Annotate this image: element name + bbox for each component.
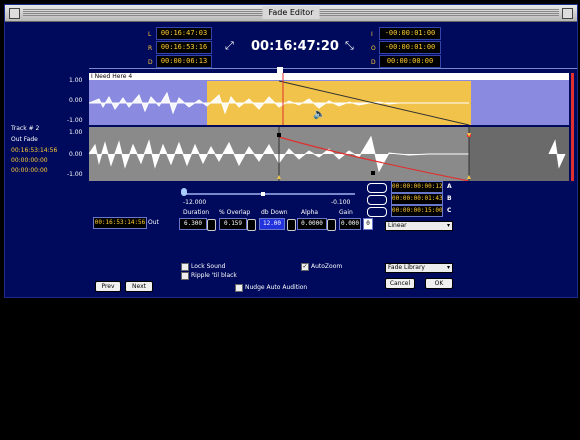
point-c-letter: C: [447, 207, 452, 214]
cancel-button[interactable]: Cancel: [385, 278, 415, 289]
nudge-label: Nudge Auto Audition: [245, 284, 308, 291]
counter-key-d2: D: [371, 59, 376, 66]
fade-library-value: Fade Library: [388, 264, 425, 271]
main-timecode: 00:16:47:20: [251, 39, 339, 54]
ok-button[interactable]: OK: [425, 278, 453, 289]
fade-slider-center[interactable]: [261, 192, 265, 196]
prev-button[interactable]: Prev: [95, 281, 121, 292]
close-box[interactable]: [9, 8, 20, 19]
point-b-letter: B: [447, 195, 452, 202]
param-header-overlap: % Overlap: [219, 209, 251, 216]
counter-duration: 00:00:00:00: [379, 55, 441, 68]
overlap-field[interactable]: 0.159: [219, 218, 247, 230]
window-title: Fade Editor: [262, 6, 320, 19]
forward-scissor-icon[interactable]: ⤡: [345, 39, 359, 52]
param-header-alpha: Alpha: [301, 209, 319, 216]
fade-time-field[interactable]: 00:16:53:14:56: [93, 217, 147, 229]
track-mode: Out Fade: [11, 136, 38, 143]
gain-field[interactable]: 0.000: [339, 218, 361, 230]
lock-sound-checkbox[interactable]: [181, 263, 189, 271]
duration-knob[interactable]: [207, 219, 216, 231]
track-time-3: 00:00:00:00: [11, 167, 48, 174]
counter-key-l: L: [148, 31, 152, 38]
waveform-bottom-svg: [89, 127, 566, 181]
title-bar[interactable]: Fade Editor: [5, 5, 577, 22]
dbdown-field[interactable]: 12.00: [259, 218, 285, 230]
duration-field[interactable]: 6.300: [179, 218, 207, 230]
track-label: Track # 2: [11, 125, 40, 132]
param-header-gain: Gain: [339, 209, 353, 216]
curve-type-value: Linear: [388, 222, 407, 229]
slider-right-value: -0.100: [331, 199, 351, 206]
counter-key-i: I: [371, 31, 373, 38]
waveform-top-svg: 🔈: [89, 73, 470, 125]
point-b-time[interactable]: 00:00:00:01:43: [391, 193, 443, 205]
fade-library-select[interactable]: Fade Library ▾: [385, 263, 453, 273]
chevron-down-icon: ▾: [446, 264, 450, 271]
scale-bottom-0: 0.00: [69, 151, 83, 158]
point-a-toggle[interactable]: [367, 183, 387, 193]
scale-bottom-m1: -1.00: [67, 171, 83, 178]
curve-type-select[interactable]: Linear ▾: [385, 221, 453, 231]
ripple-label: Ripple 'til black: [191, 272, 237, 279]
counter-key-d: D: [148, 59, 153, 66]
fade-slider-left-knob[interactable]: [181, 188, 187, 196]
ripple-checkbox[interactable]: [181, 272, 189, 280]
track-time-1: 00:16:53:14:56: [11, 147, 58, 154]
waveform-bottom[interactable]: [89, 127, 569, 181]
nudge-checkbox[interactable]: [235, 284, 243, 292]
scale-top-1: 1.00: [69, 77, 83, 84]
fade-slider-track[interactable]: [183, 193, 355, 195]
waveform-top[interactable]: I Need Here 4 🔈: [89, 73, 569, 125]
overlap-knob[interactable]: [247, 219, 256, 231]
point-c-time[interactable]: 00:00:00:15:00: [391, 205, 443, 217]
param-header-dbdown: db Down: [261, 209, 288, 216]
timeline-ruler: [89, 68, 577, 69]
gain-flag[interactable]: 0: [363, 218, 373, 230]
out-label: Out: [148, 219, 159, 226]
counter-out: -00:00:01:00: [379, 41, 441, 54]
zoom-box[interactable]: [562, 8, 573, 19]
lock-sound-label: Lock Sound: [191, 263, 226, 270]
fade-editor-window: Fade Editor L 00:16:47:03 R 00:16:53:16 …: [4, 4, 578, 298]
autozoom-label: AutoZoom: [311, 263, 343, 270]
point-a-time[interactable]: 00:00:00:00:12: [391, 181, 443, 193]
scale-top-0: 0.00: [69, 97, 83, 104]
point-b-toggle[interactable]: [367, 195, 387, 205]
point-c-toggle[interactable]: [367, 207, 387, 217]
right-edge-marker: [571, 73, 574, 181]
point-a-letter: A: [447, 183, 452, 190]
autozoom-checkbox[interactable]: ✓: [301, 263, 309, 271]
counter-in: -00:00:01:00: [379, 27, 441, 40]
next-button[interactable]: Next: [125, 281, 153, 292]
slider-left-value: -12.000: [183, 199, 207, 206]
scale-bottom-1: 1.00: [69, 129, 83, 136]
chevron-down-icon: ▾: [446, 222, 450, 229]
counter-r: 00:16:53:16: [156, 41, 212, 54]
param-header-duration: Duration: [183, 209, 210, 216]
svg-text:🔈: 🔈: [313, 109, 325, 120]
track-time-2: 00:00:00:00: [11, 157, 48, 164]
scale-top-m1: -1.00: [67, 117, 83, 124]
counter-d: 00:00:06:13: [156, 55, 212, 68]
alpha-knob[interactable]: [327, 219, 336, 231]
counter-key-o: O: [371, 45, 376, 52]
dbdown-knob[interactable]: [287, 219, 296, 231]
counter-l: 00:16:47:03: [156, 27, 212, 40]
counter-key-r: R: [148, 45, 153, 52]
alpha-field[interactable]: 0.0000: [297, 218, 327, 230]
rewind-scissor-icon[interactable]: ⤢: [225, 39, 239, 52]
